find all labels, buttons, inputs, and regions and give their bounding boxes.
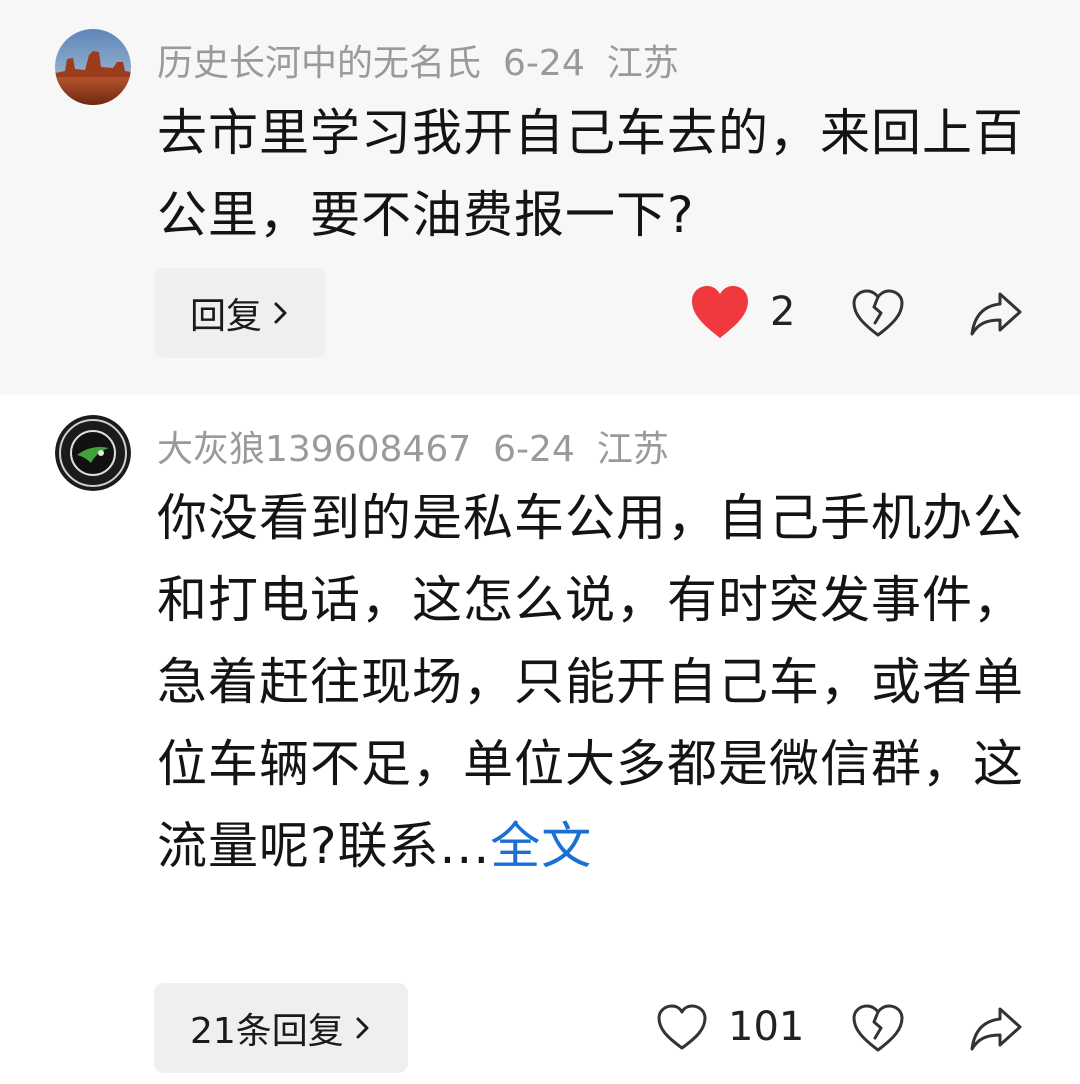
comment-location: 江苏 <box>606 43 679 84</box>
skoda-logo-avatar <box>55 415 131 491</box>
desert-landscape-avatar <box>55 29 131 105</box>
reply-label: 21条回复 <box>190 1011 344 1052</box>
expand-full-text-link[interactable]: 全文 <box>490 817 592 875</box>
like-count: 2 <box>770 289 796 335</box>
comment-date: 6-24 <box>493 429 575 470</box>
comment-location: 江苏 <box>596 429 669 470</box>
heart-filled-icon <box>690 284 750 340</box>
chevron-right-icon <box>272 300 290 326</box>
comment-meta: 历史长河中的无名氏 6-24 江苏 <box>157 34 701 86</box>
like-count: 101 <box>728 1004 805 1050</box>
share-button[interactable] <box>968 1005 1024 1053</box>
reply-label: 回复 <box>190 296 263 337</box>
user-avatar[interactable] <box>55 415 131 491</box>
chevron-right-icon <box>354 1015 372 1041</box>
like-button[interactable]: 101 <box>656 1003 804 1051</box>
user-avatar[interactable] <box>55 29 131 105</box>
share-arrow-icon <box>968 290 1024 338</box>
heart-outline-icon <box>656 1003 708 1051</box>
view-replies-button[interactable]: 21条回复 <box>154 983 408 1073</box>
username[interactable]: 历史长河中的无名氏 <box>157 43 481 84</box>
comment-meta: 大灰狼139608467 6-24 江苏 <box>157 420 691 472</box>
dislike-button[interactable] <box>851 288 905 338</box>
reply-button[interactable]: 回复 <box>154 268 327 358</box>
comment-text[interactable]: 去市里学习我开自己车去的，来回上百公里，要不油费报一下? <box>157 92 1037 256</box>
like-button[interactable]: 2 <box>690 284 795 340</box>
share-button[interactable] <box>968 290 1024 338</box>
comment-text-content: 去市里学习我开自己车去的，来回上百公里，要不油费报一下? <box>157 104 1024 244</box>
share-arrow-icon <box>968 1005 1024 1053</box>
dislike-button[interactable] <box>851 1003 905 1053</box>
username[interactable]: 大灰狼139608467 <box>157 429 471 470</box>
broken-heart-icon <box>851 1003 905 1053</box>
comment-item: 历史长河中的无名氏 6-24 江苏 去市里学习我开自己车去的，来回上百公里，要不油费… <box>0 0 1080 395</box>
comment-text[interactable]: 你没看到的是私车公用，自己手机办公和打电话，这怎么说，有时突发事件，急着赶往现场… <box>157 477 1027 887</box>
comment-item: 大灰狼139608467 6-24 江苏 你没看到的是私车公用，自己手机办公和打电话… <box>0 395 1080 1084</box>
broken-heart-icon <box>851 288 905 338</box>
comment-date: 6-24 <box>503 43 585 84</box>
